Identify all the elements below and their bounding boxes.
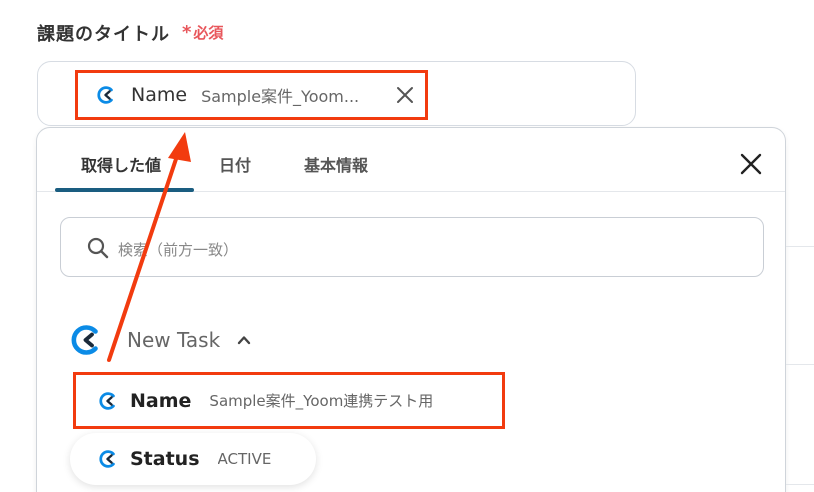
divider xyxy=(786,364,814,365)
active-tab-indicator xyxy=(55,188,194,192)
tab-bar: 取得した値 日付 基本情報 xyxy=(37,128,785,192)
search-icon xyxy=(87,237,109,259)
required-text: 必須 xyxy=(193,24,224,42)
close-icon[interactable] xyxy=(739,152,763,176)
tab-acquired-values[interactable]: 取得した値 xyxy=(81,152,161,176)
group-header-new-task[interactable]: New Task xyxy=(67,320,252,360)
clickup-logo-icon xyxy=(99,391,115,410)
close-icon[interactable] xyxy=(395,85,415,105)
item-key: Name xyxy=(130,389,192,412)
tab-date[interactable]: 日付 xyxy=(219,152,251,176)
group-title: New Task xyxy=(127,328,221,352)
chip-value: Sample案件_Yoom... xyxy=(201,87,360,106)
list-item[interactable]: Status ACTIVE xyxy=(70,433,316,485)
divider xyxy=(786,246,814,247)
clickup-logo-icon xyxy=(71,325,98,355)
item-value: Sample案件_Yoom連携テスト用 xyxy=(209,392,434,410)
clickup-logo-icon xyxy=(99,450,115,468)
tab-basic-info[interactable]: 基本情報 xyxy=(304,152,368,176)
field-label: 課題のタイトル xyxy=(37,24,170,45)
item-value: ACTIVE xyxy=(217,450,272,468)
chevron-up-icon[interactable] xyxy=(236,332,252,348)
search-placeholder: 検索（前方一致） xyxy=(118,241,239,259)
chip-key: Name xyxy=(131,84,188,106)
divider xyxy=(786,484,814,485)
selected-value-chip[interactable]: Name Sample案件_Yoom... xyxy=(75,70,428,120)
list-item[interactable]: Name Sample案件_Yoom連携テスト用 xyxy=(73,372,505,429)
required-indicator: * 必須 xyxy=(182,22,223,43)
item-key: Status xyxy=(130,448,200,470)
search-input[interactable]: 検索（前方一致） xyxy=(60,217,764,277)
required-star: * xyxy=(182,22,192,43)
clickup-logo-icon xyxy=(97,86,113,104)
